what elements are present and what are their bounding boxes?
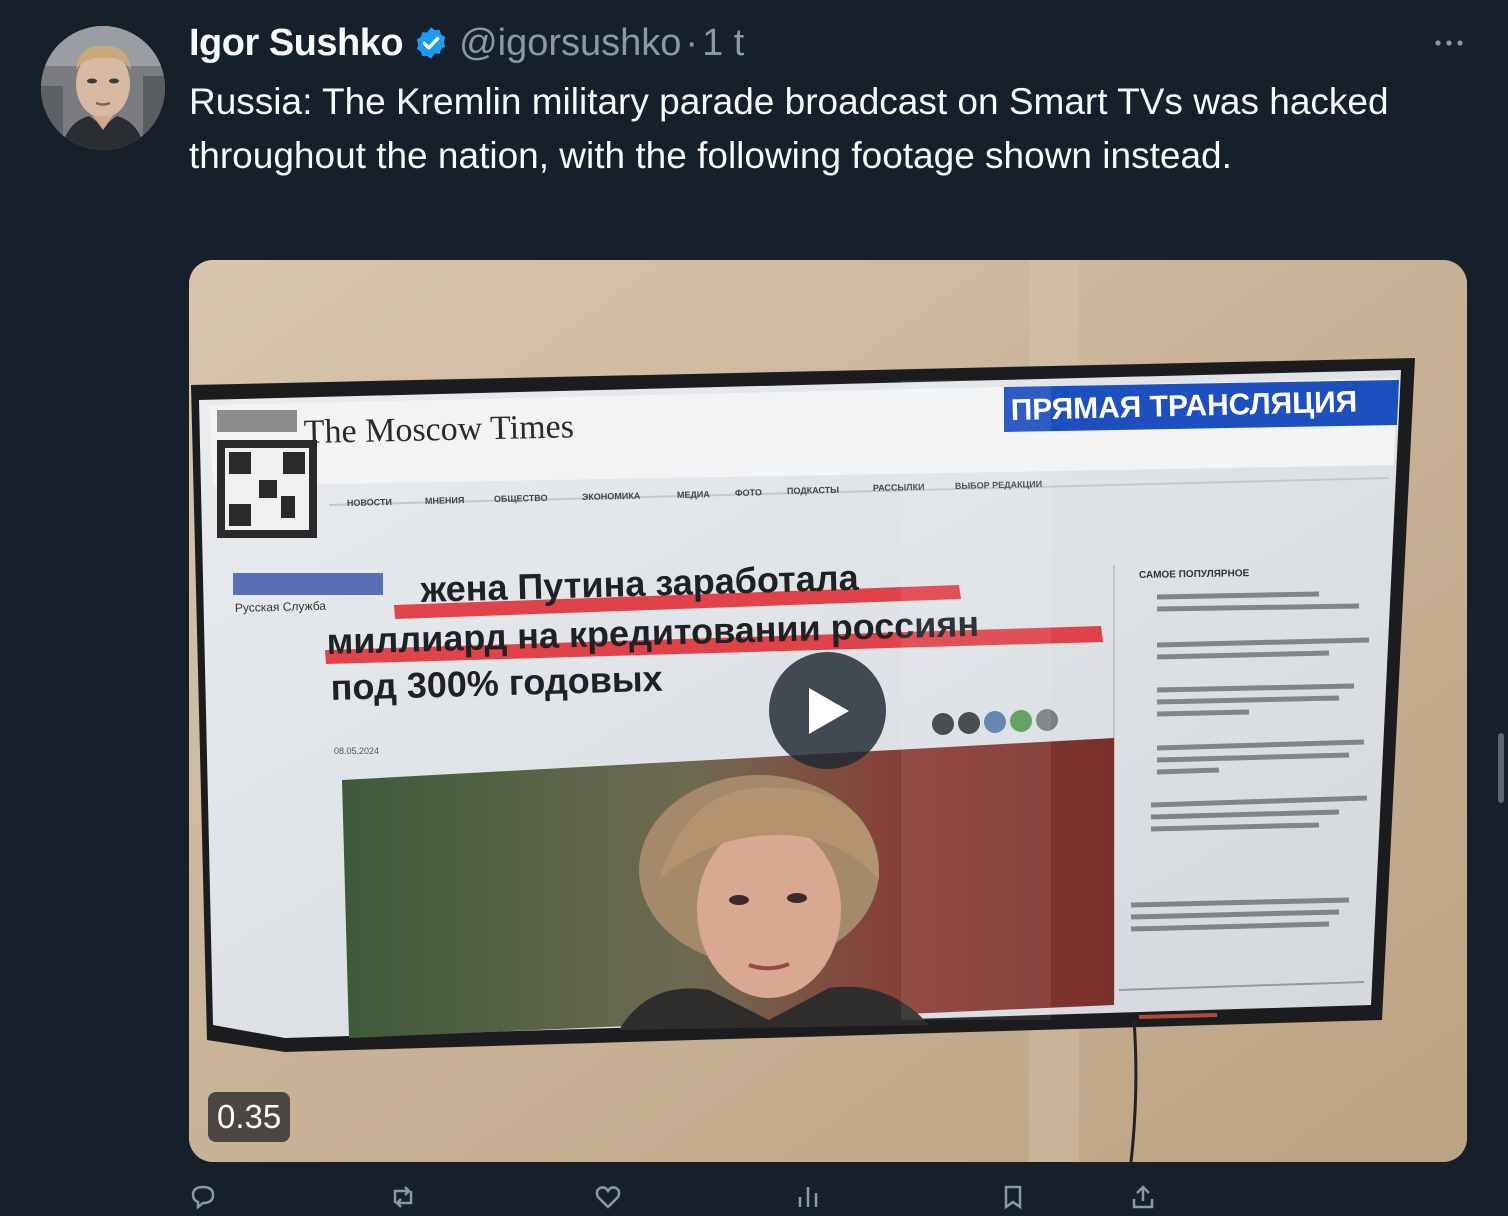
video-duration: 0.35: [208, 1092, 291, 1142]
like-icon[interactable]: [594, 1183, 622, 1211]
reply-icon[interactable]: [189, 1183, 217, 1211]
bookmark-icon[interactable]: [999, 1183, 1027, 1211]
nav-item: НОВОСТИ: [347, 497, 392, 508]
retweet-icon[interactable]: [389, 1183, 417, 1211]
share-icon[interactable]: [1129, 1183, 1157, 1211]
side-label-text: Русская Служба: [235, 599, 327, 615]
tweet-text: Russia: The Kremlin military parade broa…: [189, 81, 1389, 176]
tweet-header: Igor Sushko @igorsushko · 1 t: [189, 18, 744, 68]
play-button[interactable]: [769, 652, 886, 769]
nav-item: МНЕНИЯ: [425, 495, 465, 506]
nav-item: ОБЩЕСТВО: [494, 493, 548, 504]
site-logo-text: The Moscow Times: [303, 408, 574, 451]
tweet-timestamp[interactable]: 1 t: [702, 22, 744, 65]
more-options-icon[interactable]: [1432, 26, 1466, 60]
nav-item: ПОДКАСТЫ: [787, 485, 840, 496]
tweet-card[interactable]: Igor Sushko @igorsushko · 1 t Russia: Th…: [0, 0, 1508, 1210]
sidebar-title: САМОЕ ПОПУЛЯРНОЕ: [1139, 568, 1250, 581]
separator-dot: ·: [685, 21, 699, 64]
author-name[interactable]: Igor Sushko: [189, 22, 404, 65]
nav-item: МЕДИА: [677, 489, 711, 500]
page-scrollbar[interactable]: [1498, 733, 1504, 803]
nav-item: ЭКОНОМИКА: [582, 491, 641, 502]
tweet-actions: [189, 1183, 1189, 1213]
author-handle[interactable]: @igorsushko: [459, 22, 681, 65]
author-avatar[interactable]: [41, 26, 165, 150]
video-player[interactable]: ПРЯМАЯ ТРАНСЛЯЦИЯ The Moscow Times НОВОС…: [189, 260, 1467, 1162]
avatar-photo: [41, 26, 165, 150]
views-icon[interactable]: [794, 1183, 822, 1211]
play-icon: [808, 687, 849, 734]
nav-item: ФОТО: [735, 487, 762, 498]
verified-badge-icon: [413, 25, 449, 61]
svg-text:08.05.2024: 08.05.2024: [334, 746, 379, 756]
